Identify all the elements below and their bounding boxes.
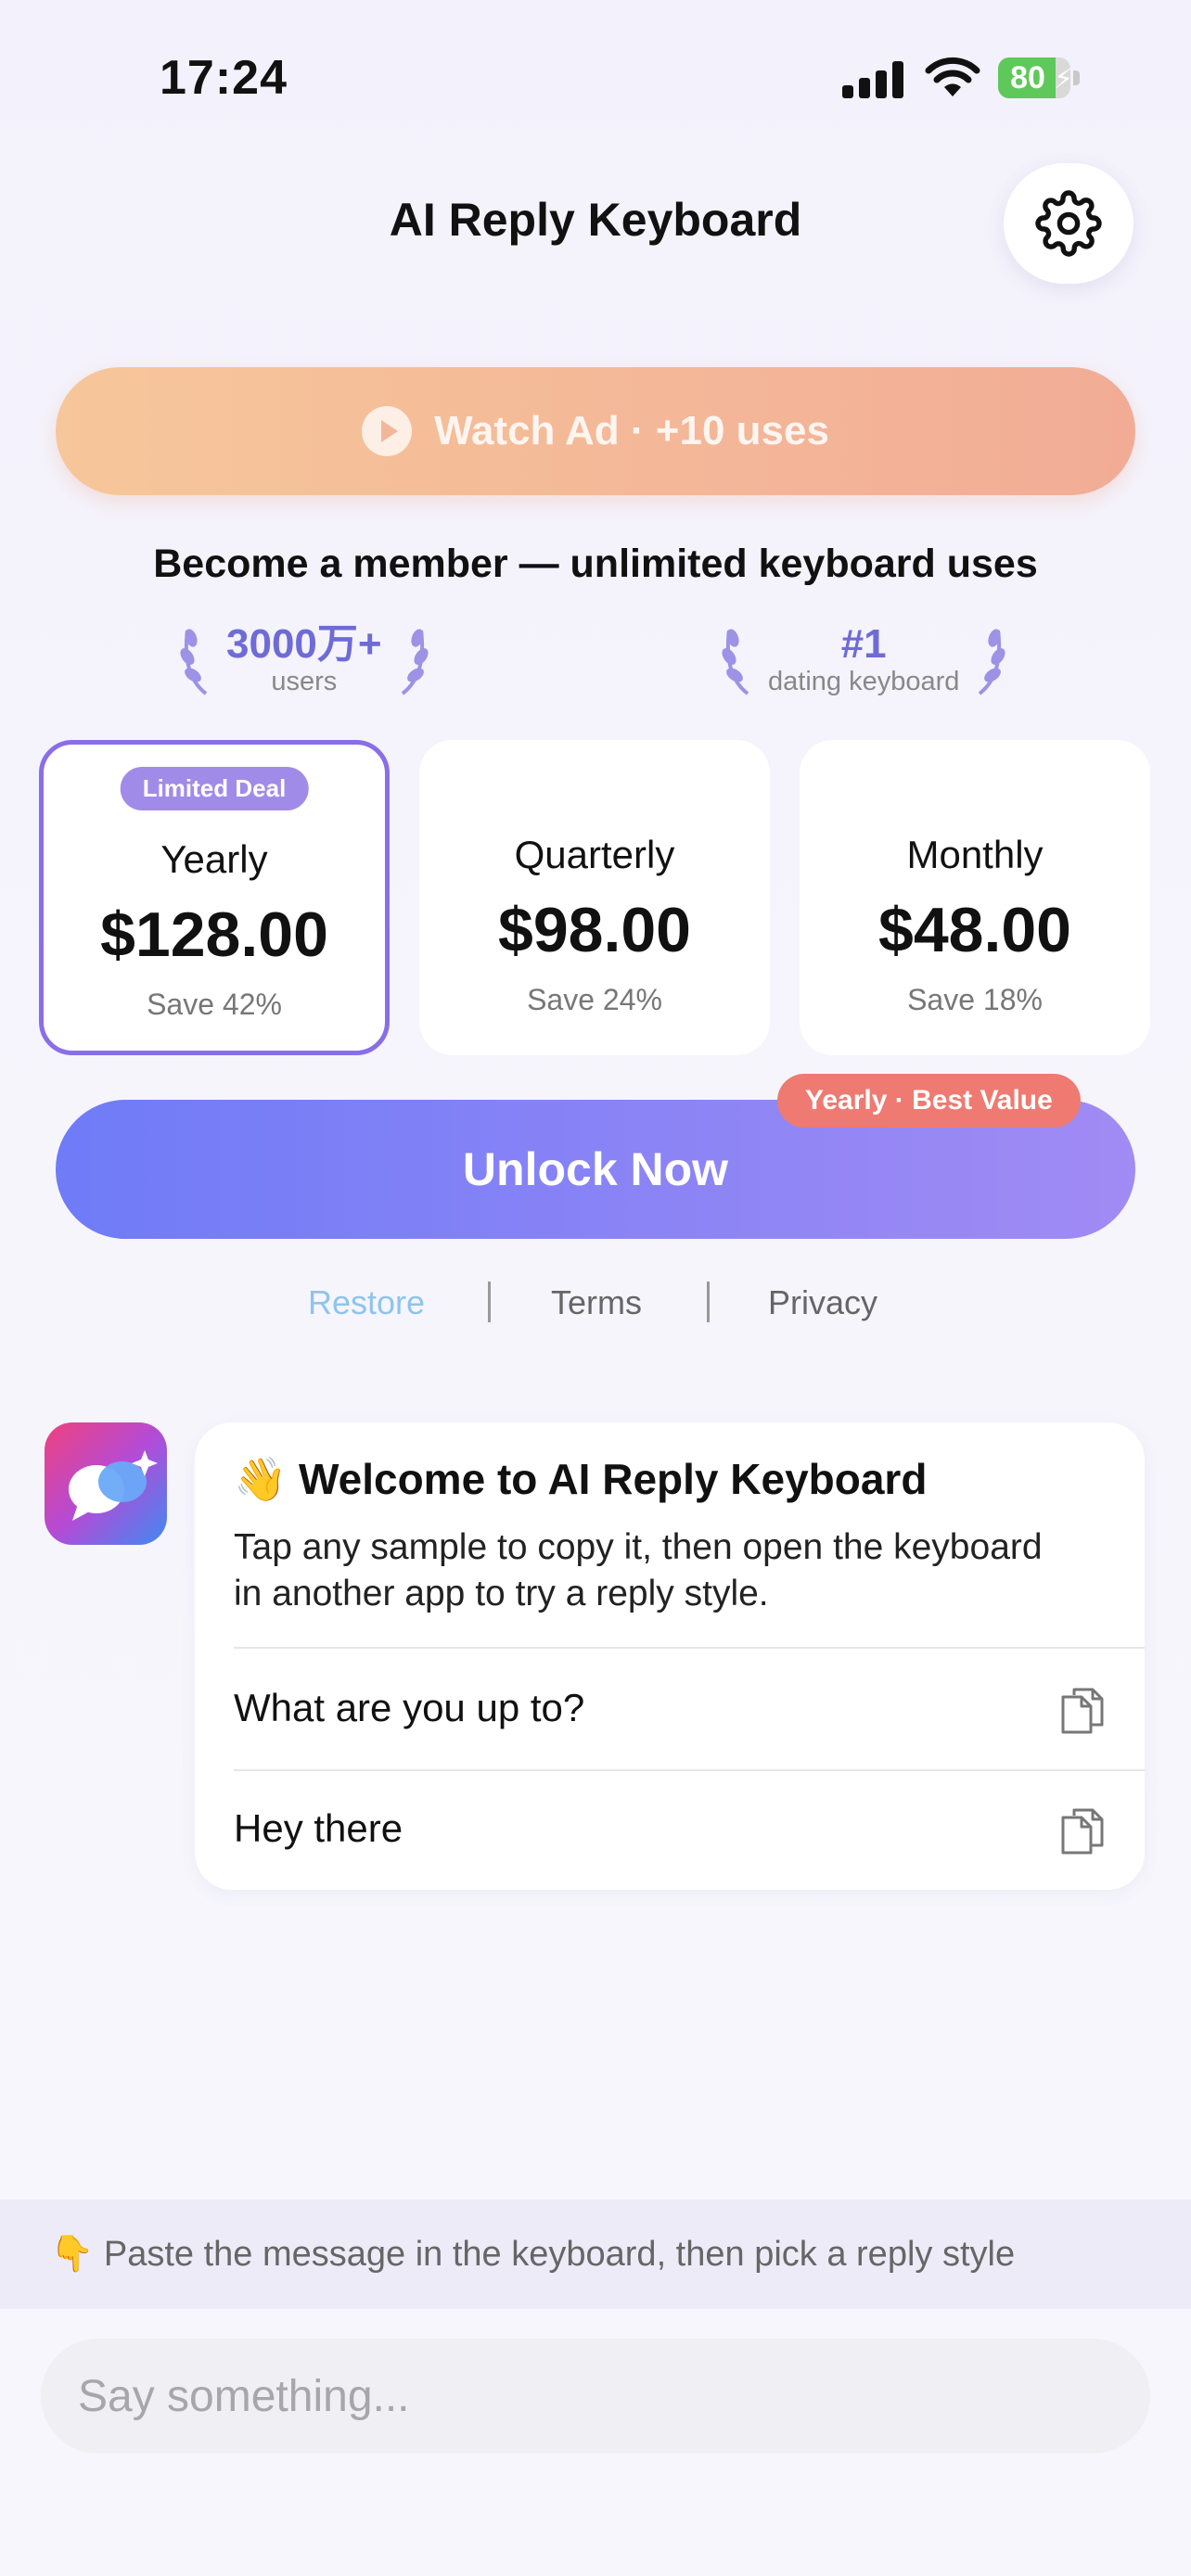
footer-links: Restore Terms Privacy bbox=[0, 1278, 1191, 1330]
plan-savings: Save 18% bbox=[907, 983, 1043, 1016]
stat-users-label: users bbox=[271, 667, 338, 696]
sample-message[interactable]: What are you up to? bbox=[234, 1686, 584, 1730]
plan-price: $98.00 bbox=[498, 895, 691, 965]
plan-price: $48.00 bbox=[878, 895, 1071, 965]
link-divider bbox=[707, 1282, 710, 1322]
stat-rank-value: #1 bbox=[840, 621, 887, 667]
plan-card-yearly[interactable]: Limited Deal Yearly $128.00 Save 42% bbox=[39, 740, 390, 1055]
sample-message[interactable]: Hey there bbox=[234, 1806, 403, 1851]
stat-rank-label: dating keyboard bbox=[768, 667, 960, 696]
message-input[interactable] bbox=[41, 2339, 1150, 2454]
copy-icon[interactable] bbox=[1059, 1804, 1106, 1856]
terms-link[interactable]: Terms bbox=[551, 1283, 642, 1322]
plan-card-quarterly[interactable]: Quarterly $98.00 Save 24% bbox=[419, 740, 770, 1055]
copy-icon[interactable] bbox=[1059, 1684, 1106, 1736]
stat-rank: #1 dating keyboard bbox=[716, 623, 1011, 697]
charging-bolt-icon: ⚡ bbox=[1054, 64, 1074, 95]
welcome-title: 👋 Welcome to AI Reply Keyboard bbox=[234, 1455, 928, 1503]
wifi-icon bbox=[925, 57, 980, 96]
status-time: 17:24 bbox=[160, 51, 288, 105]
privacy-link[interactable]: Privacy bbox=[768, 1283, 877, 1322]
hint-text: 👇 Paste the message in the keyboard, the… bbox=[50, 2235, 1016, 2274]
membership-headline: Become a member — unlimited keyboard use… bbox=[153, 542, 1038, 586]
plan-price: $128.00 bbox=[100, 899, 328, 970]
laurel-left-icon bbox=[722, 629, 749, 695]
card-divider bbox=[234, 1647, 1145, 1649]
plan-name: Yearly bbox=[160, 837, 268, 881]
card-divider bbox=[234, 1769, 1145, 1771]
plan-card-monthly[interactable]: Monthly $48.00 Save 18% bbox=[800, 740, 1150, 1055]
stat-users-value: 3000万+ bbox=[226, 621, 382, 667]
settings-button[interactable] bbox=[1004, 163, 1133, 284]
plan-name: Monthly bbox=[906, 833, 1044, 876]
laurel-left-icon bbox=[180, 629, 208, 695]
plan-savings: Save 42% bbox=[147, 988, 282, 1021]
battery-icon: 80 ⚡ bbox=[998, 57, 1082, 98]
limited-deal-badge: Limited Deal bbox=[120, 767, 309, 810]
battery-level: 80 bbox=[1010, 60, 1045, 96]
laurel-right-icon bbox=[979, 629, 1005, 695]
gear-icon bbox=[1035, 190, 1102, 257]
watch-ad-button[interactable]: Watch Ad · +10 uses bbox=[56, 367, 1135, 495]
stat-users: 3000万+ users bbox=[174, 623, 434, 697]
laurel-right-icon bbox=[401, 629, 429, 695]
link-divider bbox=[488, 1282, 491, 1322]
watch-ad-label: Watch Ad · +10 uses bbox=[434, 408, 829, 453]
app-logo-icon bbox=[45, 1422, 167, 1545]
plan-name: Quarterly bbox=[514, 833, 675, 876]
play-icon bbox=[362, 406, 413, 456]
plan-savings: Save 24% bbox=[527, 983, 662, 1016]
best-value-badge: Yearly · Best Value bbox=[777, 1074, 1081, 1128]
cellular-signal-icon bbox=[842, 59, 907, 98]
hint-bar: 👇 Paste the message in the keyboard, the… bbox=[0, 2200, 1191, 2309]
welcome-description: Tap any sample to copy it, then open the… bbox=[234, 1527, 1043, 1613]
welcome-card: 👋 Welcome to AI Reply Keyboard Tap any s… bbox=[195, 1422, 1145, 1890]
restore-link[interactable]: Restore bbox=[308, 1283, 425, 1322]
